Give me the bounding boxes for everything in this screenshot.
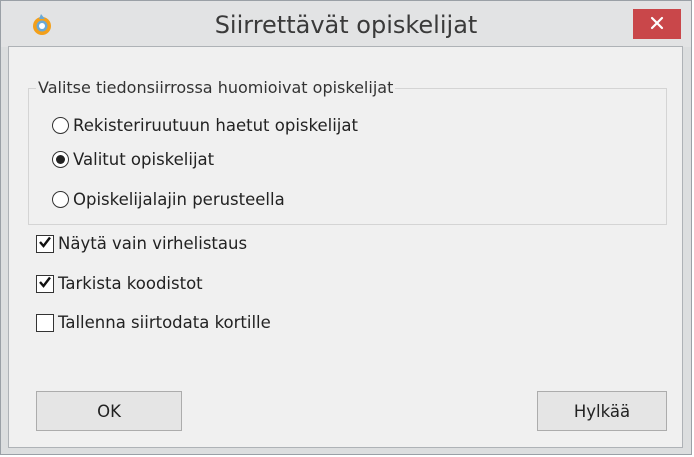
ok-button[interactable]: OK [36,391,182,431]
title-bar[interactable]: Siirrettävät opiskelijat [1,1,691,47]
radio-option-selected-students[interactable]: Valitut opiskelijat [52,150,214,169]
checkbox-save-transfer-data[interactable]: Tallenna siirtodata kortille [36,313,271,332]
checkmark-icon [38,274,52,293]
radio-label: Valitut opiskelijat [73,150,215,169]
checkbox[interactable] [36,234,54,253]
radio-selected-dot [56,155,65,164]
checkbox-check-code-lists[interactable]: Tarkista koodistot [36,274,203,293]
radio-button[interactable] [52,117,69,134]
checkmark-icon [38,234,52,253]
checkbox[interactable] [36,313,54,332]
radio-label: Rekisteriruutuun haetut opiskelijat [73,116,358,135]
radio-button[interactable] [52,151,69,168]
radio-option-student-type[interactable]: Opiskelijalajin perusteella [52,190,285,209]
group-legend: Valitse tiedonsiirrossa huomioivat opisk… [36,78,396,97]
radio-label: Opiskelijalajin perusteella [73,190,285,209]
close-button[interactable] [633,9,681,39]
close-icon [650,15,664,34]
checkbox-label: Tarkista koodistot [58,274,203,293]
window-title: Siirrettävät opiskelijat [214,11,478,39]
checkbox-label: Tallenna siirtodata kortille [58,313,271,332]
radio-button[interactable] [52,191,69,208]
cancel-button[interactable]: Hylkää [537,391,667,431]
checkbox[interactable] [36,274,54,293]
checkbox-label: Näytä vain virhelistaus [58,234,248,253]
checkbox-show-errors-only[interactable]: Näytä vain virhelistaus [36,234,247,253]
radio-option-registry[interactable]: Rekisteriruutuun haetut opiskelijat [52,116,358,135]
